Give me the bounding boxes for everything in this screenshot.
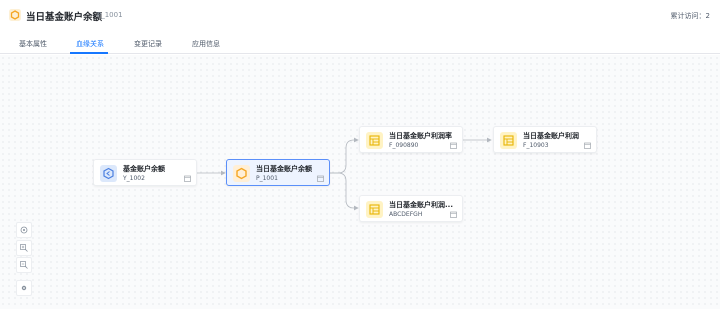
canvas-toolbar — [16, 222, 32, 298]
zoom-in-icon — [20, 244, 28, 252]
lineage-node-target[interactable]: 当日基金账户利润... ABCDEFGH — [359, 195, 463, 222]
hexagon-logo-icon — [9, 9, 21, 21]
hexagon-orange-icon — [233, 165, 250, 182]
node-code: P_1001 — [256, 175, 278, 182]
calendar-icon — [317, 175, 324, 182]
lineage-node-source[interactable]: 基金账户余额 Y_1002 — [93, 159, 197, 186]
calendar-icon — [450, 211, 457, 218]
visit-count: 累计访问：2 — [670, 12, 710, 20]
node-title: 当日基金账户余额 — [256, 165, 312, 173]
table-yellow-icon — [500, 132, 517, 149]
node-title: 当日基金账户利润... — [389, 201, 453, 209]
lineage-node-target[interactable]: 当日基金账户利润 F_10903 — [493, 126, 597, 153]
hexagon-blue-icon — [100, 165, 117, 182]
tab-application-info[interactable]: 应用信息 — [192, 39, 220, 49]
node-title: 当日基金账户利润 — [523, 132, 579, 140]
tab-lineage[interactable]: 血缘关系 — [76, 39, 104, 49]
table-yellow-icon — [366, 201, 383, 218]
tab-bar: 基本属性 血缘关系 变更记录 应用信息 — [0, 34, 720, 54]
tab-basic-attributes[interactable]: 基本属性 — [19, 39, 47, 49]
lineage-node-target[interactable]: 当日基金账户利润率 F_090890 — [359, 126, 463, 153]
calendar-icon — [450, 142, 457, 149]
zoom-out-icon — [20, 261, 28, 269]
table-yellow-icon — [366, 132, 383, 149]
zoom-in-button[interactable] — [16, 240, 32, 256]
zoom-out-button[interactable] — [16, 257, 32, 273]
calendar-icon — [184, 175, 191, 182]
lineage-node-current[interactable]: 当日基金账户余额 P_1001 — [226, 159, 330, 186]
calendar-icon — [584, 142, 591, 149]
page-code: P_1001 — [97, 11, 123, 19]
page-header: 当日基金账户余额 P_1001 累计访问：2 — [0, 0, 720, 34]
locate-icon — [20, 226, 28, 234]
node-code: F_090890 — [389, 142, 419, 149]
locate-button[interactable] — [16, 222, 32, 238]
node-code: ABCDEFGH — [389, 211, 423, 218]
settings-icon — [21, 285, 27, 291]
page-title: 当日基金账户余额 — [26, 12, 103, 23]
tab-change-log[interactable]: 变更记录 — [134, 39, 162, 49]
node-code: Y_1002 — [123, 175, 145, 182]
settings-button[interactable] — [16, 280, 32, 296]
active-tab-indicator — [70, 52, 108, 54]
node-title: 当日基金账户利润率 — [389, 132, 452, 140]
node-code: F_10903 — [523, 142, 549, 149]
node-title: 基金账户余额 — [123, 165, 165, 173]
